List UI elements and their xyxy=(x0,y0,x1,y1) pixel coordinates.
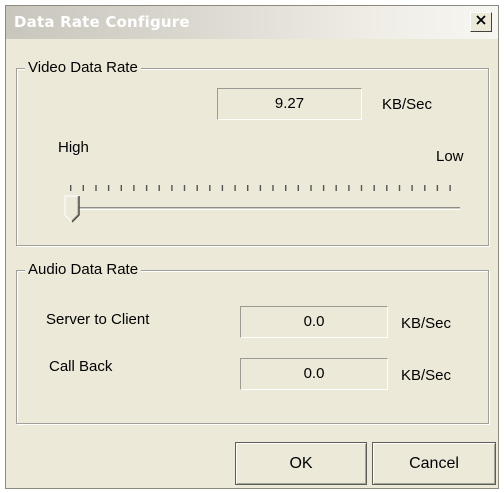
slider-tick xyxy=(297,185,299,191)
title-bar: Data Rate Configure xyxy=(6,6,498,39)
slider-tick xyxy=(95,185,97,191)
slider-tick xyxy=(285,185,287,191)
slider-tick xyxy=(348,185,350,191)
slider-tick xyxy=(171,185,173,191)
slider-tick xyxy=(234,185,236,191)
video-rate-slider-thumb[interactable] xyxy=(64,195,81,223)
slider-tick xyxy=(82,185,84,191)
close-icon xyxy=(475,13,487,31)
server-to-client-unit: KB/Sec xyxy=(401,315,452,332)
server-to-client-field: 0.0 xyxy=(240,306,388,338)
slider-tick xyxy=(133,185,135,191)
data-rate-configure-dialog: Data Rate Configure Video Data Rate 9.27… xyxy=(5,5,499,489)
slider-tick xyxy=(259,185,262,191)
slider-tick xyxy=(310,185,312,191)
call-back-label: Call Back xyxy=(49,358,113,375)
ok-button[interactable]: OK xyxy=(235,442,367,485)
slider-tick xyxy=(209,185,211,191)
close-button[interactable] xyxy=(470,12,492,32)
slider-tick xyxy=(70,185,72,191)
slider-tick xyxy=(322,185,325,191)
audio-data-rate-label: Audio Data Rate xyxy=(25,261,142,278)
server-to-client-label: Server to Client xyxy=(46,311,150,328)
cancel-button[interactable]: Cancel xyxy=(372,442,496,485)
slider-tick xyxy=(373,185,375,191)
slider-tick xyxy=(398,185,401,191)
slider-ticks xyxy=(70,185,451,191)
slider-tick xyxy=(120,185,122,191)
slider-tick xyxy=(158,185,160,191)
slider-tick xyxy=(221,185,224,191)
video-rate-unit: KB/Sec xyxy=(382,96,433,113)
slider-tick xyxy=(183,185,186,191)
call-back-field: 0.0 xyxy=(240,358,388,390)
slider-tick xyxy=(272,185,274,191)
slider-tick xyxy=(145,185,148,191)
video-rate-slider-track[interactable] xyxy=(70,207,460,210)
call-back-unit: KB/Sec xyxy=(401,367,452,384)
slider-tick xyxy=(360,185,363,191)
video-data-rate-label: Video Data Rate xyxy=(25,59,141,76)
window-title: Data Rate Configure xyxy=(14,13,190,31)
audio-data-rate-group: Audio Data Rate xyxy=(16,261,489,424)
slider-tick xyxy=(449,185,451,191)
slider-tick xyxy=(411,185,413,191)
slider-tick xyxy=(335,185,337,191)
slider-tick xyxy=(107,185,110,191)
video-rate-field: 9.27 xyxy=(217,88,362,120)
slider-label-low: Low xyxy=(436,148,464,165)
slider-tick xyxy=(247,185,249,191)
slider-tick xyxy=(436,185,439,191)
slider-label-high: High xyxy=(58,139,89,156)
slider-tick xyxy=(424,185,426,191)
slider-tick xyxy=(196,185,198,191)
slider-tick xyxy=(386,185,388,191)
